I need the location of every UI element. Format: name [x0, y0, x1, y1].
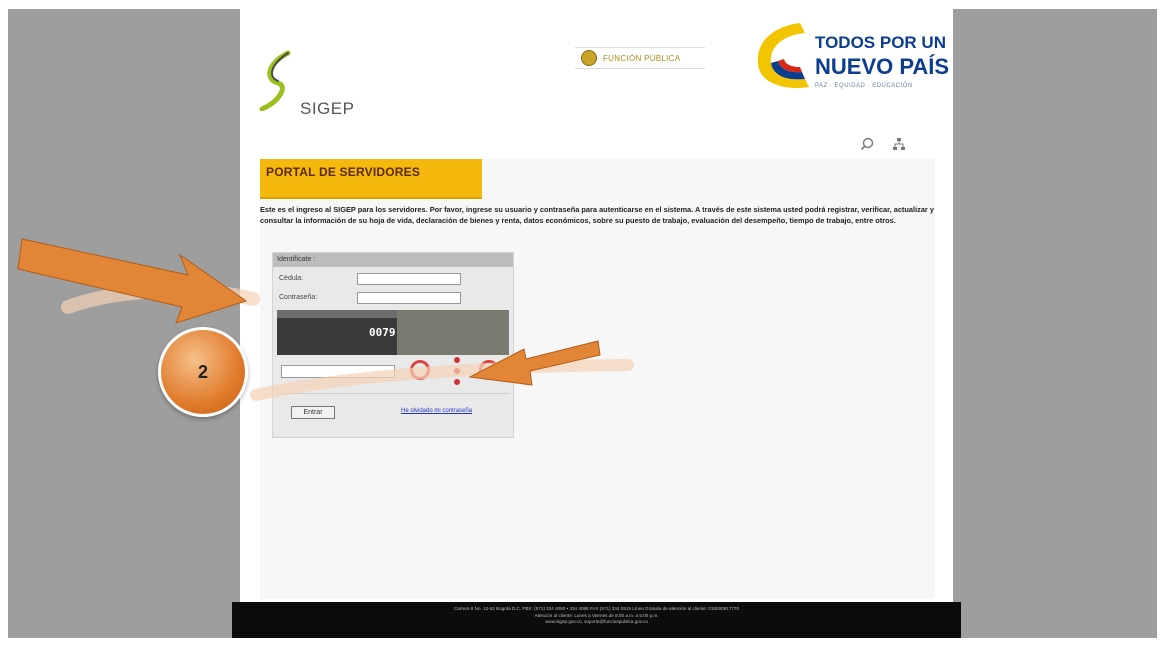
step-number: 2 [197, 361, 208, 382]
sigep-swoosh-icon [259, 50, 291, 112]
cedula-input[interactable] [357, 273, 461, 285]
sigep-logo-text: SIGEP [300, 99, 355, 118]
site-header: SIGEP FUNCIÓN PÚBLICA TODOS POR UN NUEVO… [240, 9, 953, 157]
slogan-line2: NUEVO PAÍS [815, 54, 950, 79]
intro-text: Este es el ingreso al SIGEP para los ser… [260, 205, 934, 225]
screenshot-frame: SIGEP FUNCIÓN PÚBLICA TODOS POR UN NUEVO… [8, 9, 1157, 638]
funcion-publica-text: FUNCIÓN PÚBLICA [603, 53, 681, 63]
tutorial-arrow-large-icon [17, 238, 260, 324]
portal-title: PORTAL DE SERVIDORES [266, 165, 421, 179]
cedula-label: Cédula: [279, 275, 304, 282]
slogan-line1: TODOS POR UN [815, 33, 946, 52]
password-label: Contraseña: [279, 294, 318, 301]
search-icon[interactable] [860, 137, 874, 151]
colombia-flag-swoosh-icon [757, 23, 809, 89]
sigep-logo[interactable]: SIGEP [258, 49, 378, 118]
tutorial-arrow-small-icon [250, 340, 634, 401]
login-header: Identifícate : [273, 253, 513, 267]
header-tools [860, 137, 906, 151]
funcion-publica-logo[interactable]: FUNCIÓN PÚBLICA [575, 47, 705, 69]
coat-of-arms-icon [581, 50, 597, 66]
portal-title-tab: PORTAL DE SERVIDORES [260, 159, 482, 199]
footer-line3: www.sigep.gov.co, soporte@funcionpublica… [545, 619, 648, 624]
todos-por-un-nuevo-pais-logo[interactable]: TODOS POR UN NUEVO PAÍS PAZ · EQUIDAD · … [745, 17, 950, 102]
step-number-badge: 2 [158, 327, 248, 417]
site-footer: Carrera 6 No. 12-62 Bogotá D.C. PBX: (57… [232, 602, 961, 638]
captcha-code: 0079 [369, 326, 396, 339]
browser-page: SIGEP FUNCIÓN PÚBLICA TODOS POR UN NUEVO… [240, 9, 953, 638]
slogan-line3: PAZ · EQUIDAD · EDUCACIÓN [815, 83, 913, 89]
password-input[interactable] [357, 292, 461, 304]
sitemap-icon[interactable] [892, 137, 906, 151]
